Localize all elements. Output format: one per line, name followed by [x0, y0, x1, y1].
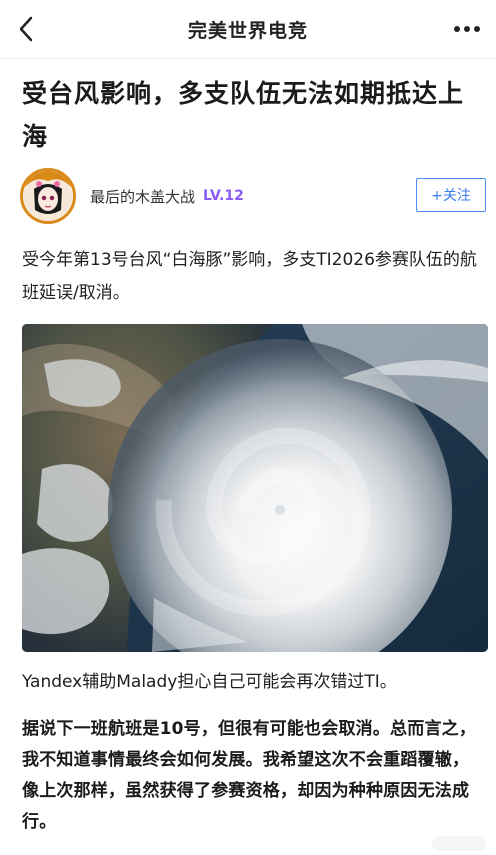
article-paragraph-bold: 据说下一班航班是10号，但很有可能也会取消。总而言之，我不知道事情最终会如何发展…: [22, 719, 477, 832]
more-button[interactable]: [450, 14, 484, 44]
author-name[interactable]: 最后的木盖大战: [90, 186, 195, 207]
typhoon-satellite-image[interactable]: [22, 324, 488, 652]
more-horizontal-icon: [454, 26, 480, 32]
author-row: 最后的木盖大战 LV.12 +关注: [20, 168, 486, 224]
header-divider: [0, 58, 496, 59]
article-title: 受台风影响，多支队伍无法如期抵达上海: [22, 79, 465, 151]
article-paragraph: 受今年第13号台风“白海豚”影响，多支TI2026参赛队伍的航班延误/取消。: [22, 250, 477, 303]
follow-button[interactable]: +关注: [416, 178, 486, 212]
top-nav-bar: 完美世界电竞: [0, 0, 496, 58]
chevron-left-icon: [19, 16, 33, 42]
image-caption: Yandex辅助Malady担心自己可能会再次错过TI。: [22, 672, 397, 692]
page-title: 完美世界电竞: [187, 19, 308, 42]
watermark-logo: [432, 836, 486, 851]
back-button[interactable]: [10, 12, 44, 46]
avatar[interactable]: [20, 168, 76, 224]
level-badge: LV.12: [203, 188, 244, 204]
article-page: 完美世界电竞 受台风影响，多支队伍无法如期抵达上海 最后的木盖大战 LV.12 …: [0, 0, 496, 855]
